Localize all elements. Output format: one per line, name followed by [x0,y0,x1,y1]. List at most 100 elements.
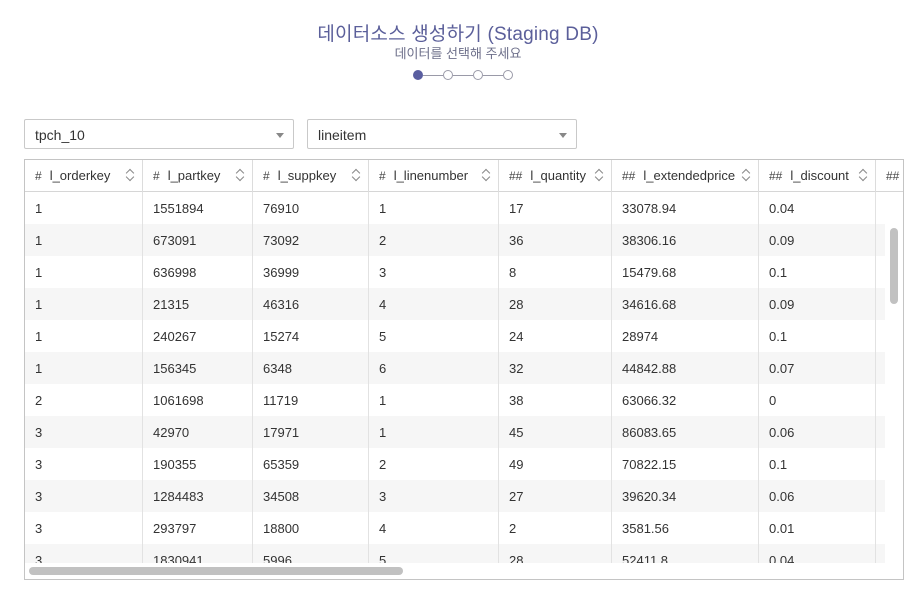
table-cell: 0.06 [759,480,876,512]
table-row[interactable]: 2 1061698 11719 1 38 63066.32 0 [25,384,903,416]
horizontal-scrollbar[interactable] [25,563,903,579]
table-row[interactable]: 1 1551894 76910 1 17 33078.94 0.04 [25,192,903,224]
table-row[interactable]: 1 636998 36999 3 8 15479.68 0.1 [25,256,903,288]
column-header[interactable]: ## l_extendedprice [612,160,759,192]
table-cell: 0.01 [759,512,876,544]
column-header[interactable]: ## l_quantity [499,160,612,192]
table-cell: 673091 [143,224,253,256]
table-cell: 8 [499,256,612,288]
sort-icon[interactable] [236,169,244,181]
vertical-scroll-thumb[interactable] [890,228,898,304]
step-indicator [413,70,515,80]
column-name: l_suppkey [277,168,337,183]
column-type-icon: ## [886,169,900,183]
column-header[interactable]: # l_orderkey [25,160,143,192]
column-header[interactable]: # l_partkey [143,160,253,192]
sort-icon[interactable] [595,169,603,181]
step-connector [423,74,443,76]
column-header[interactable]: # l_suppkey [253,160,369,192]
table-cell: 1061698 [143,384,253,416]
table-cell: 36999 [253,256,369,288]
table-cell: 33078.94 [612,192,759,224]
table-cell: 3 [25,480,143,512]
table-row[interactable]: 3 42970 17971 1 45 86083.65 0.06 [25,416,903,448]
page-subtitle: 데이터를 선택해 주세요 [394,46,522,61]
table-cell: 34616.68 [612,288,759,320]
table-cell: 34508 [253,480,369,512]
column-name: l_quantity [530,168,587,183]
table-cell: 1 [25,256,143,288]
sort-icon[interactable] [126,169,134,181]
column-type-icon: # [379,169,386,183]
table-cell: 27 [499,480,612,512]
table-cell: 44842.88 [612,352,759,384]
database-select-value: tpch_10 [35,127,85,143]
table-row[interactable]: 3 293797 18800 4 2 3581.56 0.01 [25,512,903,544]
table-cell: 2 [499,512,612,544]
horizontal-scroll-thumb[interactable] [29,567,403,575]
column-header[interactable]: ## [876,160,903,192]
table-cell: 293797 [143,512,253,544]
table-select[interactable]: lineitem [307,119,577,149]
table-cell: 4 [369,288,499,320]
table-row[interactable]: 1 21315 46316 4 28 34616.68 0.09 [25,288,903,320]
table-cell: 38 [499,384,612,416]
grid-header: # l_orderkey # l_partkey # l_suppkey # l_linenu… [25,160,903,192]
table-cell: 1 [369,384,499,416]
table-cell: 1 [25,288,143,320]
step-connector [483,74,503,76]
table-cell: 156345 [143,352,253,384]
table-cell: 45 [499,416,612,448]
table-cell: 17971 [253,416,369,448]
column-type-icon: # [263,169,270,183]
table-cell: 0.1 [759,256,876,288]
vertical-scrollbar[interactable] [885,192,903,565]
table-row[interactable]: 1 673091 73092 2 36 38306.16 0.09 [25,224,903,256]
table-cell: 0.1 [759,320,876,352]
sort-icon[interactable] [352,169,360,181]
table-cell: 36 [499,224,612,256]
table-cell: 0.09 [759,224,876,256]
table-cell: 70822.15 [612,448,759,480]
table-cell: 3581.56 [612,512,759,544]
table-cell: 1 [369,416,499,448]
table-row[interactable]: 1 240267 15274 5 24 28974 0.1 [25,320,903,352]
table-cell: 6 [369,352,499,384]
column-name: l_partkey [167,168,221,183]
table-cell: 39620.34 [612,480,759,512]
table-row[interactable]: 3 190355 65359 2 49 70822.15 0.1 [25,448,903,480]
table-cell: 636998 [143,256,253,288]
table-cell: 32 [499,352,612,384]
sort-icon[interactable] [859,169,867,181]
table-cell: 3 [25,448,143,480]
chevron-down-icon [559,133,567,138]
sort-icon[interactable] [482,169,490,181]
table-cell: 28974 [612,320,759,352]
table-cell: 3 [369,480,499,512]
column-header[interactable]: ## l_discount [759,160,876,192]
table-row[interactable]: 3 1284483 34508 3 27 39620.34 0.06 [25,480,903,512]
table-row[interactable]: 1 156345 6348 6 32 44842.88 0.07 [25,352,903,384]
table-cell: 0 [759,384,876,416]
table-cell: 190355 [143,448,253,480]
database-select[interactable]: tpch_10 [24,119,294,149]
step-4-dot [503,70,513,80]
sort-icon[interactable] [742,169,750,181]
column-type-icon: # [153,169,160,183]
table-cell: 0.07 [759,352,876,384]
table-cell: 6348 [253,352,369,384]
table-cell: 3 [369,256,499,288]
table-cell: 1284483 [143,480,253,512]
table-cell: 0.06 [759,416,876,448]
column-name: l_orderkey [49,168,111,183]
table-cell: 63066.32 [612,384,759,416]
table-cell: 3 [25,512,143,544]
table-cell: 17 [499,192,612,224]
column-header[interactable]: # l_linenumber [369,160,499,192]
table-cell: 86083.65 [612,416,759,448]
data-preview-grid: # l_orderkey # l_partkey # l_suppkey # l_linenu… [24,159,904,580]
table-cell: 76910 [253,192,369,224]
step-1-dot [413,70,423,80]
column-type-icon: ## [622,169,636,183]
chevron-down-icon [276,133,284,138]
